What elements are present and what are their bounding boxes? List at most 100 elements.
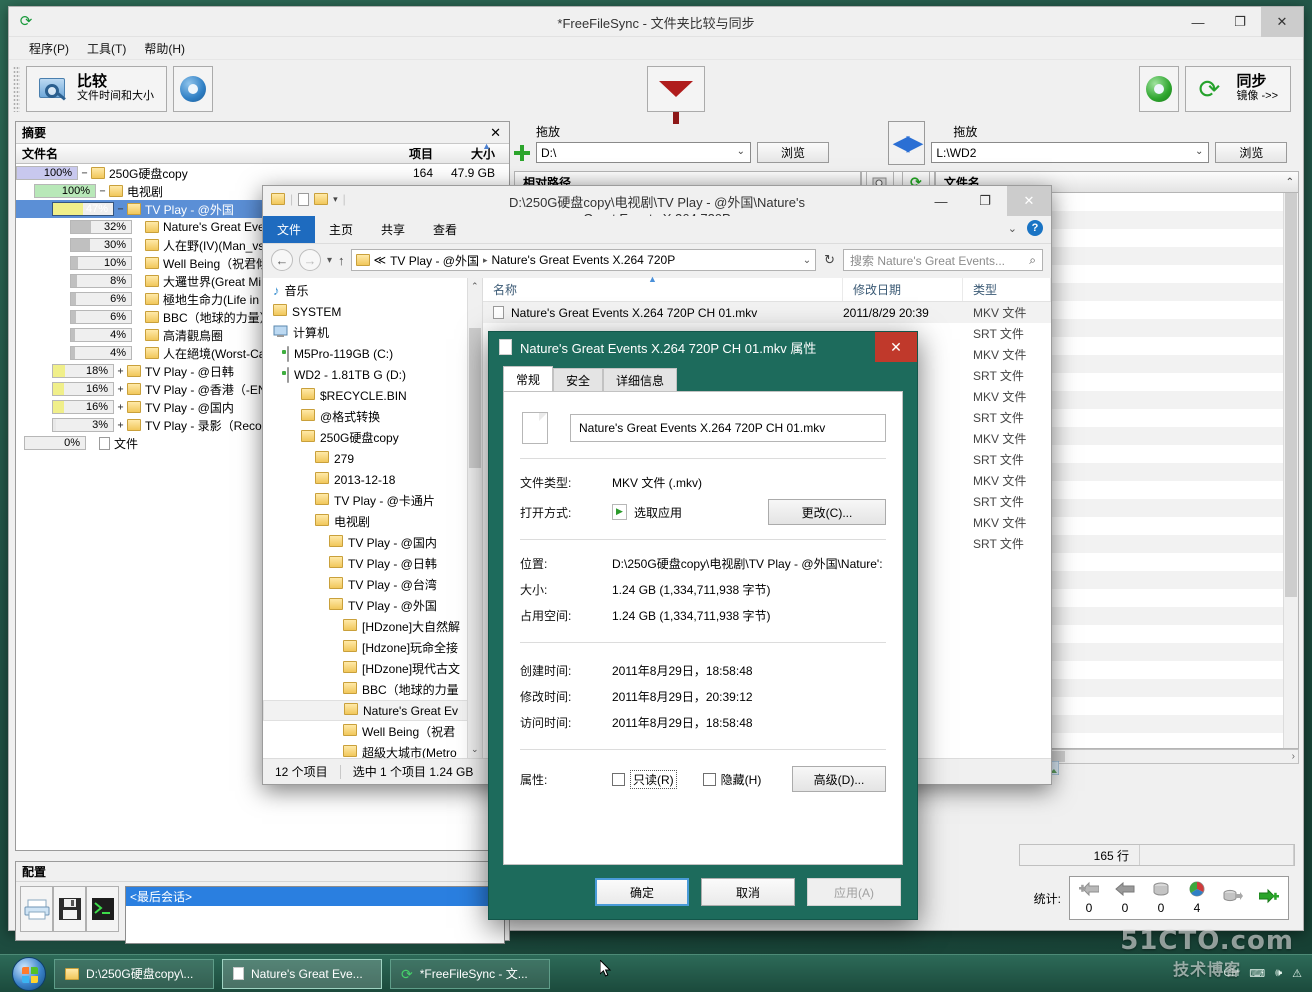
tab-view[interactable]: 查看 bbox=[419, 216, 471, 243]
new-config-button[interactable] bbox=[20, 886, 53, 932]
nav-tree-item[interactable]: BBC（地球的力量 bbox=[263, 679, 482, 700]
breadcrumb[interactable]: ≪ TV Play - @外国 ▸ Nature's Great Events … bbox=[350, 249, 817, 271]
explorer-close-button[interactable]: ✕ bbox=[1007, 186, 1051, 216]
batch-job-button[interactable] bbox=[86, 886, 119, 932]
summary-tree-row[interactable]: 100% − 250G硬盘copy 164 47.9 GB bbox=[16, 164, 509, 182]
nav-tree-item[interactable]: TV Play - @台湾 bbox=[263, 574, 482, 595]
nav-tree-item[interactable]: TV Play - @外国 bbox=[263, 595, 482, 616]
column-size[interactable]: 大小 ▲ bbox=[433, 141, 509, 162]
nav-tree-item[interactable]: TV Play - @国内 bbox=[263, 532, 482, 553]
nav-tree-item[interactable]: Nature's Great Ev bbox=[263, 700, 482, 721]
breadcrumb-dropdown-icon[interactable]: ⌄ bbox=[803, 255, 811, 266]
config-list-item-last-session[interactable]: <最后会话> bbox=[126, 887, 504, 906]
filename-input[interactable]: Nature's Great Events X.264 720P CH 01.m… bbox=[570, 414, 886, 442]
scroll-down-icon[interactable]: ⌄ bbox=[471, 744, 479, 755]
tab-file[interactable]: 文件 bbox=[263, 216, 316, 243]
readonly-label[interactable]: 只读(R) bbox=[630, 769, 677, 789]
nav-tree-item[interactable]: TV Play - @日韩 bbox=[263, 553, 482, 574]
hidden-checkbox[interactable] bbox=[702, 772, 716, 786]
collapse-icon[interactable]: − bbox=[78, 168, 91, 179]
scroll-up-icon[interactable]: ⌃ bbox=[1286, 177, 1294, 188]
tab-home[interactable]: 主页 bbox=[315, 216, 367, 243]
nav-tree-item[interactable]: 250G硬盘copy bbox=[263, 427, 482, 448]
left-path-combo[interactable]: D:\ ⌄ bbox=[536, 142, 751, 163]
synchronize-button[interactable]: ⟳ 同步 镜像 ->> bbox=[1185, 65, 1292, 112]
menu-item-tools[interactable]: 工具(T) bbox=[79, 38, 134, 59]
explorer-maximize-button[interactable]: ❐ bbox=[963, 186, 1007, 216]
config-list[interactable]: <最后会话> bbox=[125, 886, 505, 944]
nav-tree-item[interactable]: @格式转换 bbox=[263, 406, 482, 427]
nav-tree-item[interactable]: SYSTEM bbox=[263, 301, 482, 322]
nav-tree-item[interactable]: ♪ 音乐 bbox=[263, 280, 482, 301]
up-button[interactable]: ↑ bbox=[338, 253, 345, 268]
add-folder-pair-icon[interactable] bbox=[514, 144, 530, 161]
taskbar-item[interactable]: D:\250G硬盘copy\... bbox=[54, 958, 214, 989]
windows-start-orb[interactable] bbox=[12, 956, 46, 991]
column-items[interactable]: 项目 bbox=[359, 145, 433, 162]
column-modified[interactable]: 修改日期 bbox=[843, 278, 963, 301]
toolbar-grip[interactable] bbox=[13, 65, 20, 112]
hidden-label[interactable]: 隐藏(H) bbox=[721, 771, 762, 788]
nav-tree-item[interactable]: 279 bbox=[263, 448, 482, 469]
menu-item-help[interactable]: 帮助(H) bbox=[136, 38, 193, 59]
tab-details[interactable]: 详细信息 bbox=[603, 368, 678, 392]
nav-tree-scrollbar[interactable]: ⌃ ⌄ bbox=[467, 278, 482, 758]
nav-tree-item[interactable]: 计算机 bbox=[263, 322, 482, 343]
right-browse-button[interactable]: 浏览 bbox=[1215, 142, 1288, 163]
column-name[interactable]: 名称 ▲ bbox=[483, 274, 843, 301]
left-browse-button[interactable]: 浏览 bbox=[757, 142, 829, 163]
breadcrumb-item-parent[interactable]: TV Play - @外国 bbox=[390, 252, 479, 269]
tab-security[interactable]: 安全 bbox=[553, 368, 604, 392]
breadcrumb-item-current[interactable]: Nature's Great Events X.264 720P bbox=[491, 253, 675, 267]
file-list-row[interactable]: Nature's Great Events X.264 720P CH 01.m… bbox=[483, 302, 1051, 323]
nav-tree-item[interactable]: M5Pro-119GB (C:) bbox=[263, 343, 482, 364]
breadcrumb-overflow[interactable]: ≪ bbox=[374, 253, 387, 267]
compare-button[interactable]: 比较 文件时间和大小 bbox=[26, 65, 167, 112]
right-path-combo[interactable]: L:\WD2 ⌄ bbox=[931, 142, 1210, 163]
menu-item-program[interactable]: 程序(P) bbox=[21, 38, 77, 59]
collapse-icon[interactable]: − bbox=[96, 186, 109, 197]
minimize-button[interactable]: — bbox=[1177, 7, 1219, 37]
refresh-button[interactable]: ↻ bbox=[822, 252, 837, 268]
ok-button[interactable]: 确定 bbox=[595, 878, 689, 906]
nav-tree-item[interactable]: $RECYCLE.BIN bbox=[263, 385, 482, 406]
nav-tree-item[interactable]: 电视剧 bbox=[263, 511, 482, 532]
taskbar-item[interactable]: Nature's Great Eve... bbox=[222, 958, 382, 989]
scroll-up-icon[interactable]: ⌃ bbox=[471, 281, 479, 292]
taskbar-item[interactable]: ⟳ *FreeFileSync - 文... bbox=[390, 958, 550, 989]
explorer-minimize-button[interactable]: — bbox=[919, 186, 963, 216]
ribbon-collapse-icon[interactable]: ⌄ bbox=[1008, 222, 1017, 235]
filter-button[interactable] bbox=[647, 65, 706, 124]
column-type[interactable]: 类型 bbox=[963, 278, 1051, 301]
nav-tree-item[interactable]: [HDzone]大自然解 bbox=[263, 616, 482, 637]
nav-tree-item[interactable]: Well Being（祝君 bbox=[263, 721, 482, 742]
search-input[interactable]: 搜索 Nature's Great Events... ⌕ bbox=[843, 249, 1043, 271]
compare-settings-button[interactable] bbox=[173, 65, 213, 112]
back-button[interactable]: ← bbox=[271, 249, 293, 271]
close-button[interactable]: ✕ bbox=[1261, 7, 1303, 37]
column-filename[interactable]: 文件名 bbox=[16, 145, 359, 162]
explorer-nav-tree[interactable]: ♪ 音乐 SYSTEM 计算机 M5Pro-119GB (C:) WD2 - 1.81TB… bbox=[263, 278, 483, 758]
nav-tree-item[interactable]: 2013-12-18 bbox=[263, 469, 482, 490]
expand-icon[interactable]: + bbox=[114, 420, 127, 431]
expand-icon[interactable]: + bbox=[114, 366, 127, 377]
help-question-icon[interactable]: ? bbox=[1027, 220, 1043, 236]
maximize-button[interactable]: ❐ bbox=[1219, 7, 1261, 37]
nav-tree-item[interactable]: TV Play - @卡通片 bbox=[263, 490, 482, 511]
tab-share[interactable]: 共享 bbox=[367, 216, 419, 243]
swap-sides-button[interactable]: ◀▶ bbox=[887, 121, 926, 165]
apply-button[interactable]: 应用(A) bbox=[807, 878, 901, 906]
cancel-button[interactable]: 取消 bbox=[701, 878, 795, 906]
forward-button[interactable]: → bbox=[299, 249, 321, 271]
right-vscrollbar[interactable] bbox=[1283, 193, 1298, 748]
summary-close-icon[interactable]: ✕ bbox=[490, 125, 501, 141]
properties-close-button[interactable]: ✕ bbox=[875, 332, 917, 362]
nav-tree-item[interactable]: [Hdzone]玩命全接 bbox=[263, 637, 482, 658]
expand-icon[interactable]: + bbox=[114, 402, 127, 413]
recent-locations-icon[interactable]: ▾ bbox=[327, 255, 332, 266]
nav-tree-item[interactable]: [HDzone]現代古文 bbox=[263, 658, 482, 679]
advanced-button[interactable]: 高级(D)... bbox=[792, 766, 886, 792]
expand-icon[interactable]: + bbox=[114, 384, 127, 395]
sync-settings-button[interactable] bbox=[1139, 65, 1180, 112]
nav-tree-item[interactable]: WD2 - 1.81TB G (D:) bbox=[263, 364, 482, 385]
